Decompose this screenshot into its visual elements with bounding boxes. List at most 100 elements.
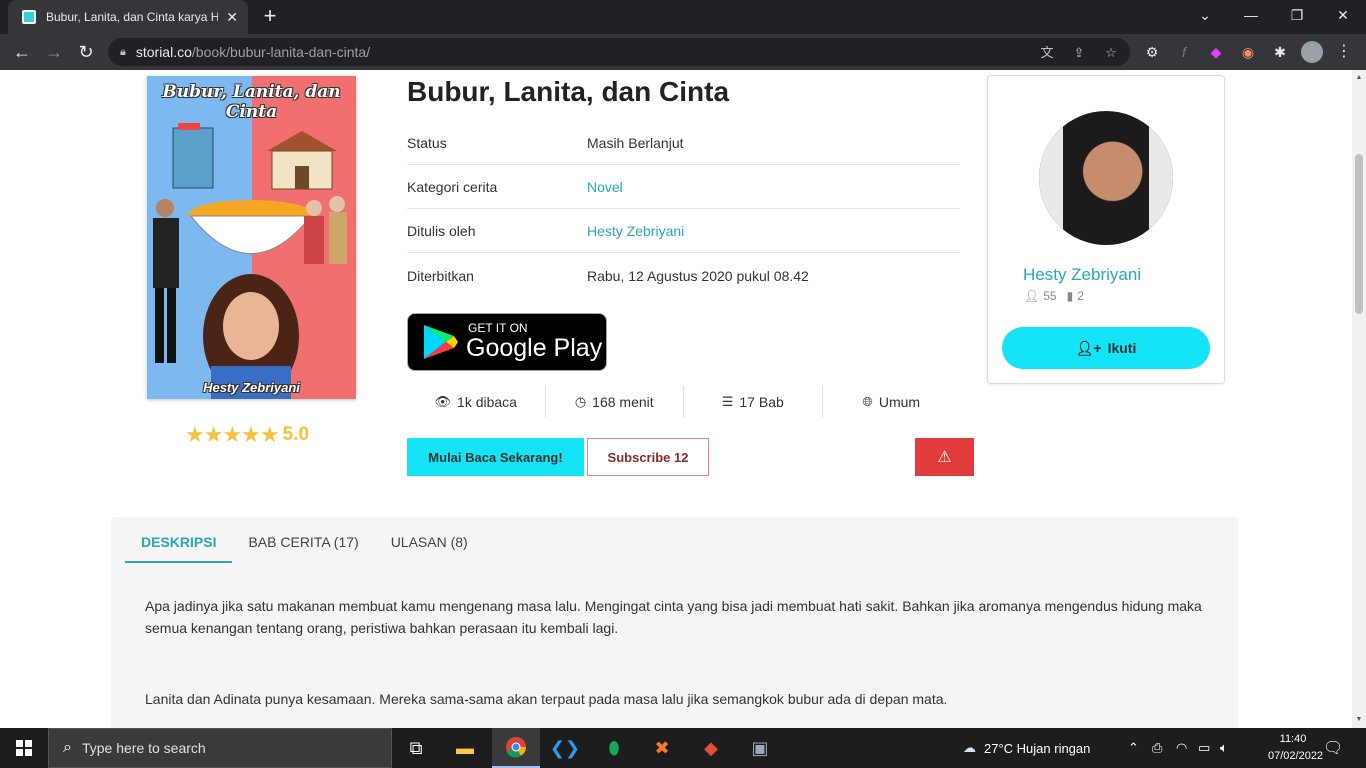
star-rating-icon: ★★★★★ xyxy=(185,422,280,447)
book-stats: 👁︎ 1k dibaca ◷ 168 menit ☰ 17 Bab 🌐︎ Umu… xyxy=(407,386,960,418)
weather-widget[interactable]: ☁ 27°C Hujan ringan xyxy=(963,728,1090,768)
google-play-badge[interactable]: GET IT ON Google Play xyxy=(407,313,607,371)
tab-search-icon[interactable]: ⌄ xyxy=(1182,0,1228,30)
system-clock[interactable]: 11:40 07/02/2022 xyxy=(1268,731,1323,765)
search-placeholder: Type here to search xyxy=(81,740,206,756)
close-tab-icon[interactable]: ✕ xyxy=(226,9,238,26)
eye-icon: 👁︎ xyxy=(434,394,452,409)
book-cover: Bubur, Lanita, dan Cinta Hesty Zebriyani xyxy=(147,76,356,399)
browser-tab[interactable]: Bubur, Lanita, dan Cinta karya He ✕ xyxy=(8,0,248,34)
show-hidden-icons-icon[interactable]: ⌃ xyxy=(1128,728,1139,768)
book-icon: ▮ xyxy=(1066,289,1074,303)
cover-author: Hesty Zebriyani xyxy=(203,380,300,395)
info-row-published: Diterbitkan Rabu, 12 Agustus 2020 pukul … xyxy=(407,254,960,298)
scroll-up-icon[interactable]: ▲ xyxy=(1355,74,1363,82)
new-tab-button[interactable]: + xyxy=(257,4,283,30)
browser-tabbar: Bubur, Lanita, dan Cinta karya He ✕ + ⌄ … xyxy=(0,0,1366,34)
stat-text: 17 Bab xyxy=(739,394,784,410)
windows-logo-icon xyxy=(16,740,32,756)
notifications-icon[interactable]: 🗨︎ xyxy=(1323,728,1343,768)
rating-value: 5.0 xyxy=(282,424,310,445)
restore-button[interactable]: ❐ xyxy=(1274,0,1320,30)
search-icon: ⌕ xyxy=(63,739,72,756)
info-label: Ditulis oleh xyxy=(407,222,476,239)
close-window-button[interactable]: ✕ xyxy=(1320,0,1366,30)
address-bar[interactable]: 🔒︎ storial.co /book/bubur-lanita-dan-cin… xyxy=(108,38,1130,66)
mongodb-icon[interactable]: ⬮ xyxy=(590,728,638,768)
stat-text: Umum xyxy=(878,394,921,410)
windows-taskbar: ⌕ Type here to search ⧉ ▬ ❮❯ ⬮ ✖ ◆ ▣ ☁ 2… xyxy=(0,728,1366,768)
tab-description[interactable]: DESKRIPSI xyxy=(125,525,233,563)
user-icon: 👤︎ xyxy=(1024,289,1040,303)
translate-icon[interactable]: 文 xyxy=(1038,44,1056,62)
color-picker-extension-icon[interactable]: ◉ xyxy=(1239,43,1257,61)
category-link[interactable]: Novel xyxy=(587,179,623,195)
info-label: Status xyxy=(407,134,447,151)
profile-avatar[interactable] xyxy=(1301,41,1323,63)
author-name[interactable]: Hesty Zebriyani xyxy=(1023,265,1141,285)
browser-menu-icon[interactable]: ⋮ xyxy=(1336,40,1352,64)
description-paragraph-1: Apa jadinya jika satu makanan membuat ka… xyxy=(145,598,1202,636)
forward-button[interactable]: → xyxy=(42,40,66,64)
function-extension-icon[interactable]: f xyxy=(1175,43,1193,61)
subscribe-button[interactable]: Subscribe 12 xyxy=(587,438,709,476)
bookmark-star-icon[interactable]: ☆ xyxy=(1102,44,1120,62)
vscode-icon[interactable]: ❮❯ xyxy=(541,728,589,768)
xampp-icon[interactable]: ✖ xyxy=(638,728,686,768)
minimize-button[interactable]: — xyxy=(1228,0,1274,30)
author-link[interactable]: Hesty Zebriyani xyxy=(587,223,684,239)
start-button[interactable] xyxy=(0,728,48,768)
meet-now-icon[interactable]: ⎙ xyxy=(1152,728,1162,768)
volume-icon[interactable]: 🔈︎ xyxy=(1220,728,1228,768)
wifi-icon[interactable]: ◠ xyxy=(1176,728,1187,768)
google-play-big-text: Google Play xyxy=(466,334,603,362)
share-icon[interactable]: ⇪ xyxy=(1070,44,1088,62)
follow-label: Ikuti xyxy=(1107,340,1137,356)
description-paragraph-2: Lanita dan Adinata punya kesamaan. Merek… xyxy=(145,691,948,707)
info-label: Diterbitkan xyxy=(407,268,474,284)
color-extension-icon[interactable]: ◆ xyxy=(1207,43,1225,61)
tab-title: Bubur, Lanita, dan Cinta karya He xyxy=(46,10,219,24)
tab-reviews[interactable]: ULASAN (8) xyxy=(375,525,484,563)
report-button[interactable]: ⚠ xyxy=(915,438,974,476)
battery-icon[interactable]: ▭ xyxy=(1198,728,1210,768)
reload-button[interactable]: ↻ xyxy=(74,40,98,64)
taskbar-search[interactable]: ⌕ Type here to search xyxy=(48,728,392,768)
extensions-puzzle-icon[interactable]: ✱ xyxy=(1271,43,1289,61)
scroll-thumb[interactable] xyxy=(1355,154,1363,314)
page-content: Bubur, Lanita, dan Cinta Hesty Zebriyani… xyxy=(0,70,1352,728)
tab-chapters[interactable]: BAB CERITA (17) xyxy=(232,525,374,563)
author-books: 2 xyxy=(1077,289,1084,303)
google-play-icon xyxy=(424,325,458,359)
back-button[interactable]: ← xyxy=(10,40,34,64)
stat-duration: ◷ 168 menit xyxy=(546,386,684,418)
settings-extension-icon[interactable]: ⚙ xyxy=(1143,43,1161,61)
author-stats: 👤︎ 55 ▮ 2 xyxy=(1024,289,1084,303)
browser-toolbar: ← → ↻ 🔒︎ storial.co /book/bubur-lanita-d… xyxy=(0,34,1366,70)
info-row-category: Kategori cerita Novel xyxy=(407,165,960,209)
lock-icon[interactable]: 🔒︎ xyxy=(120,46,126,59)
cover-title: Bubur, Lanita, dan Cinta xyxy=(162,82,341,122)
follow-button[interactable]: 👤︎+ Ikuti xyxy=(1002,327,1210,369)
task-view-icon[interactable]: ⧉ xyxy=(392,728,440,768)
git-icon[interactable]: ◆ xyxy=(687,728,735,768)
stat-chapters: ☰ 17 Bab xyxy=(684,386,823,418)
app-window-icon[interactable]: ▣ xyxy=(736,728,784,768)
info-label: Kategori cerita xyxy=(407,178,498,195)
storial-favicon-icon xyxy=(22,10,36,24)
stat-audience: 🌐︎ Umum xyxy=(823,386,961,418)
book-tabs: DESKRIPSI BAB CERITA (17) ULASAN (8) xyxy=(125,525,484,563)
weather-text: 27°C Hujan ringan xyxy=(984,740,1091,756)
file-explorer-icon[interactable]: ▬ xyxy=(441,728,489,768)
chrome-icon[interactable] xyxy=(492,728,540,768)
info-value: Masih Berlanjut xyxy=(587,134,684,151)
clock-icon: ◷ xyxy=(574,394,587,409)
author-avatar[interactable] xyxy=(1039,111,1173,245)
clock-time: 11:40 xyxy=(1279,733,1307,745)
author-followers: 55 xyxy=(1043,289,1057,303)
page-scrollbar[interactable]: ▲ ▼ xyxy=(1352,70,1366,728)
start-reading-button[interactable]: Mulai Baca Sekarang! xyxy=(407,438,584,476)
warning-icon: ⚠ xyxy=(937,449,952,466)
scroll-down-icon[interactable]: ▼ xyxy=(1355,716,1363,724)
url-path: /book/bubur-lanita-dan-cinta/ xyxy=(191,44,371,60)
